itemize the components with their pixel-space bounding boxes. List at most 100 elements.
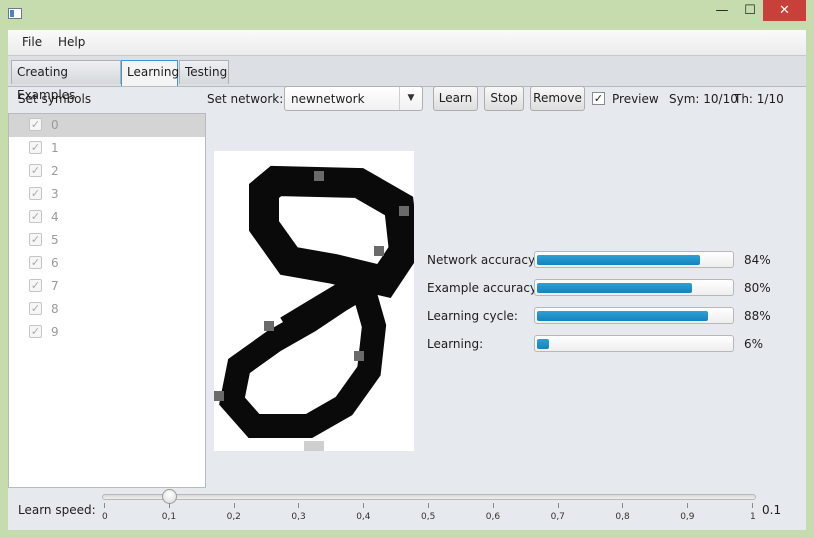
symbol-row-6[interactable]: ✓ 6 [9, 252, 205, 275]
symbol-row-7[interactable]: ✓ 7 [9, 275, 205, 298]
slider-tick-label: 0,3 [291, 512, 306, 522]
network-select-value: newnetwork [291, 92, 365, 106]
menu-help[interactable]: Help [58, 35, 85, 49]
slider-tick [233, 503, 235, 508]
maximize-button[interactable]: ☐ [736, 0, 764, 21]
symbol-row-1[interactable]: ✓ 1 [9, 137, 205, 160]
progress-fill [537, 311, 708, 321]
symbol-label: 0 [51, 118, 59, 132]
symbol-checkbox[interactable]: ✓ [29, 325, 42, 338]
learn-speed-slider[interactable] [102, 494, 756, 500]
set-network-label: Set network: [207, 92, 284, 106]
symbol-checkbox[interactable]: ✓ [29, 141, 42, 154]
symbol-label: 5 [51, 233, 59, 247]
network-accuracy-progress [534, 251, 734, 268]
network-accuracy-value: 84% [744, 253, 771, 267]
metric-label-network-accuracy: Network accuracy: [427, 253, 539, 267]
symbol-row-8[interactable]: ✓ 8 [9, 298, 205, 321]
symbol-label: 2 [51, 164, 59, 178]
metric-label-learning-cycle: Learning cycle: [427, 309, 518, 323]
sym-status: Sym: 10/10 [669, 92, 738, 106]
symbol-row-0[interactable]: ✓ 0 [9, 114, 205, 137]
symbol-checkbox[interactable]: ✓ [29, 279, 42, 292]
chevron-down-icon[interactable]: ▼ [399, 87, 422, 110]
slider-tick-label: 0,9 [680, 512, 695, 522]
learning-cycle-progress [534, 307, 734, 324]
slider-tick [492, 503, 494, 508]
slider-tick [104, 503, 105, 508]
digit-preview-canvas [214, 151, 420, 451]
learning-cycle-value: 88% [744, 309, 771, 323]
symbol-label: 1 [51, 141, 59, 155]
symbol-list[interactable]: ✓ 0 ✓ 1 ✓ 2 ✓ 3 ✓ 4 ✓ 5 ✓ 6 ✓ 7 ✓ 8 ✓ 9 [8, 113, 206, 488]
tab-testing[interactable]: Testing [179, 60, 229, 84]
tab-creating-examples[interactable]: Creating Examples [11, 60, 121, 102]
learning-value: 6% [744, 337, 764, 351]
progress-fill [537, 339, 549, 349]
slider-tick [298, 503, 300, 508]
digit-image [214, 165, 420, 451]
slider-tick [363, 503, 365, 508]
slider-tick-label: 1 [750, 512, 756, 522]
slider-tick-label: 0,4 [356, 512, 371, 522]
network-select[interactable]: newnetwork ▼ [284, 86, 423, 111]
symbol-checkbox[interactable]: ✓ [29, 187, 42, 200]
symbol-checkbox[interactable]: ✓ [29, 164, 42, 177]
slider-tick-label: 0,5 [421, 512, 436, 522]
client-area: File Help Creating Examples Learning Tes… [8, 30, 806, 530]
preview-checkbox[interactable]: ✓ [592, 92, 605, 105]
metric-label-example-accuracy: Example accuracy: [427, 281, 541, 295]
title-bar[interactable]: — ☐ ✕ [0, 0, 814, 30]
learn-button[interactable]: Learn [433, 86, 478, 111]
slider-tick-label: 0,7 [550, 512, 565, 522]
remove-button[interactable]: Remove [530, 86, 585, 111]
symbol-row-4[interactable]: ✓ 4 [9, 206, 205, 229]
menu-file[interactable]: File [22, 35, 42, 49]
symbol-row-3[interactable]: ✓ 3 [9, 183, 205, 206]
slider-tick-label: 0,6 [485, 512, 501, 522]
symbol-label: 7 [51, 279, 59, 293]
example-accuracy-value: 80% [744, 281, 771, 295]
symbol-row-2[interactable]: ✓ 2 [9, 160, 205, 183]
metric-label-learning: Learning: [427, 337, 484, 351]
symbol-label: 8 [51, 302, 59, 316]
symbol-label: 9 [51, 325, 59, 339]
menu-bar: File Help [8, 30, 806, 56]
slider-tick [168, 503, 170, 508]
symbol-row-5[interactable]: ✓ 5 [9, 229, 205, 252]
example-accuracy-progress [534, 279, 734, 296]
slider-tick [557, 503, 559, 508]
set-symbols-label: Set symbols [18, 92, 92, 106]
th-status: Th: 1/10 [734, 92, 784, 106]
symbol-checkbox[interactable]: ✓ [29, 256, 42, 269]
learn-speed-value: 0.1 [762, 503, 782, 517]
progress-fill [537, 283, 692, 293]
progress-fill [537, 255, 700, 265]
symbol-row-9[interactable]: ✓ 9 [9, 321, 205, 344]
slider-tick [752, 503, 753, 508]
symbol-checkbox[interactable]: ✓ [29, 302, 42, 315]
tab-learning[interactable]: Learning [121, 60, 179, 86]
app-icon [8, 8, 22, 19]
minimize-button[interactable]: — [708, 0, 736, 21]
slider-tick [622, 503, 624, 508]
symbol-checkbox[interactable]: ✓ [29, 210, 42, 223]
tab-bar: Creating Examples Learning Testing [8, 56, 806, 102]
slider-tick [687, 503, 689, 508]
learn-speed-slider-thumb[interactable] [161, 489, 177, 504]
symbol-checkbox[interactable]: ✓ [29, 118, 42, 131]
preview-label: Preview [612, 92, 659, 106]
learn-speed-label: Learn speed: [18, 503, 96, 517]
slider-tick [428, 503, 429, 508]
symbol-label: 4 [51, 210, 59, 224]
slider-tick-label: 0,1 [161, 512, 177, 522]
slider-tick-label: 0,8 [615, 512, 630, 522]
app-window: — ☐ ✕ File Help Creating Examples Learni… [0, 0, 814, 538]
symbol-checkbox[interactable]: ✓ [29, 233, 42, 246]
stop-button[interactable]: Stop [484, 86, 524, 111]
symbol-label: 3 [51, 187, 59, 201]
close-button[interactable]: ✕ [763, 0, 806, 21]
symbol-label: 6 [51, 256, 59, 270]
slider-tick-label: 0,2 [226, 512, 241, 522]
learning-progress [534, 335, 734, 352]
